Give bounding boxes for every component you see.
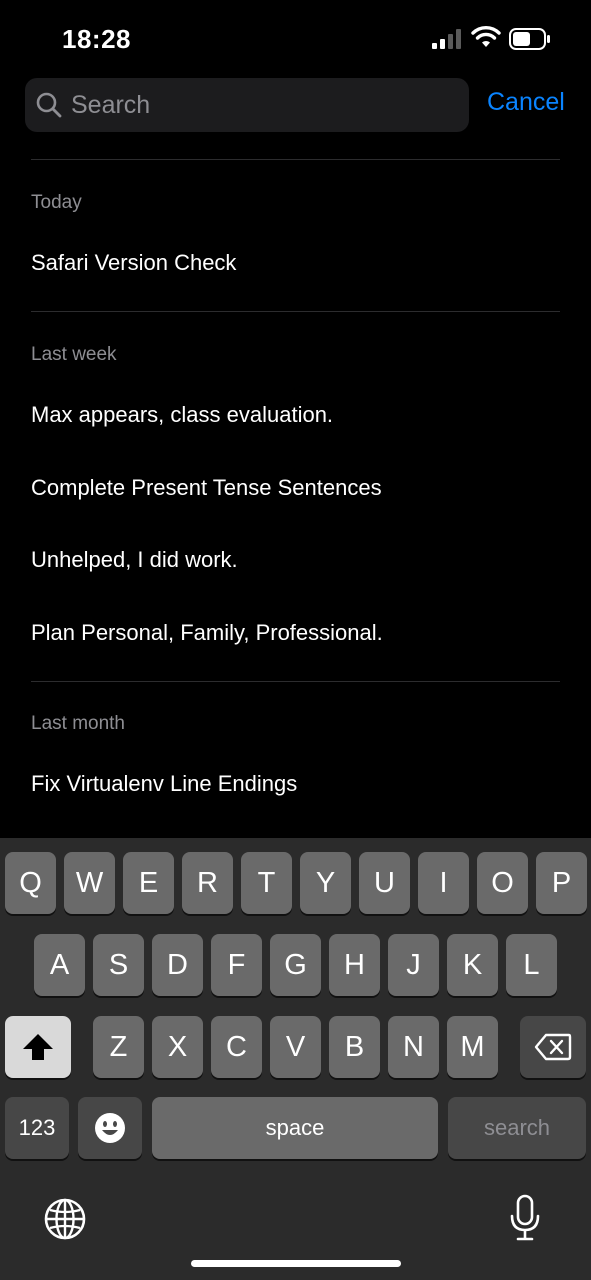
home-indicator[interactable] xyxy=(191,1260,401,1267)
delete-key[interactable] xyxy=(520,1016,586,1078)
key-m[interactable]: M xyxy=(447,1016,498,1078)
list-item[interactable]: Max appears, class evaluation. xyxy=(31,402,333,428)
search-key[interactable]: search xyxy=(448,1097,586,1159)
section-header-last-month: Last month xyxy=(31,713,125,734)
key-f[interactable]: F xyxy=(211,934,262,996)
microphone-icon[interactable] xyxy=(508,1194,542,1242)
status-time: 18:28 xyxy=(62,24,131,54)
wifi-icon xyxy=(471,26,501,47)
key-r[interactable]: R xyxy=(182,852,233,914)
shift-key[interactable] xyxy=(5,1016,71,1078)
key-c[interactable]: C xyxy=(211,1016,262,1078)
space-key[interactable]: space xyxy=(152,1097,438,1159)
list-item[interactable]: Fix Virtualenv Line Endings xyxy=(31,771,297,797)
key-z[interactable]: Z xyxy=(93,1016,144,1078)
list-item[interactable]: Plan Personal, Family, Professional. xyxy=(31,620,383,646)
status-bar: 18:28 xyxy=(0,0,591,80)
key-k[interactable]: K xyxy=(447,934,498,996)
key-q[interactable]: Q xyxy=(5,852,56,914)
key-l[interactable]: L xyxy=(506,934,557,996)
key-y[interactable]: Y xyxy=(300,852,351,914)
delete-icon xyxy=(534,1033,572,1061)
key-b[interactable]: B xyxy=(329,1016,380,1078)
key-v[interactable]: V xyxy=(270,1016,321,1078)
key-g[interactable]: G xyxy=(270,934,321,996)
cellular-signal-icon xyxy=(432,29,461,49)
divider xyxy=(31,681,560,682)
key-p[interactable]: P xyxy=(536,852,587,914)
key-s[interactable]: S xyxy=(93,934,144,996)
key-u[interactable]: U xyxy=(359,852,410,914)
search-field[interactable] xyxy=(25,78,469,132)
globe-icon[interactable] xyxy=(44,1198,86,1240)
list-item[interactable]: Unhelped, I did work. xyxy=(31,547,238,573)
key-h[interactable]: H xyxy=(329,934,380,996)
emoji-key[interactable] xyxy=(78,1097,142,1159)
key-t[interactable]: T xyxy=(241,852,292,914)
key-x[interactable]: X xyxy=(152,1016,203,1078)
list-item[interactable]: Safari Version Check xyxy=(31,250,236,276)
divider xyxy=(31,159,560,160)
section-header-today: Today xyxy=(31,192,82,213)
key-e[interactable]: E xyxy=(123,852,174,914)
numbers-key[interactable]: 123 xyxy=(5,1097,69,1159)
key-w[interactable]: W xyxy=(64,852,115,914)
key-n[interactable]: N xyxy=(388,1016,439,1078)
battery-icon xyxy=(509,28,550,50)
key-o[interactable]: O xyxy=(477,852,528,914)
key-j[interactable]: J xyxy=(388,934,439,996)
section-header-last-week: Last week xyxy=(31,344,117,365)
key-a[interactable]: A xyxy=(34,934,85,996)
key-d[interactable]: D xyxy=(152,934,203,996)
emoji-icon xyxy=(95,1113,125,1143)
shift-icon xyxy=(23,1034,53,1060)
search-icon xyxy=(36,92,62,118)
divider xyxy=(31,311,560,312)
key-i[interactable]: I xyxy=(418,852,469,914)
list-item[interactable]: Complete Present Tense Sentences xyxy=(31,475,382,501)
search-input[interactable] xyxy=(71,78,451,132)
cancel-button[interactable]: Cancel xyxy=(487,88,565,117)
